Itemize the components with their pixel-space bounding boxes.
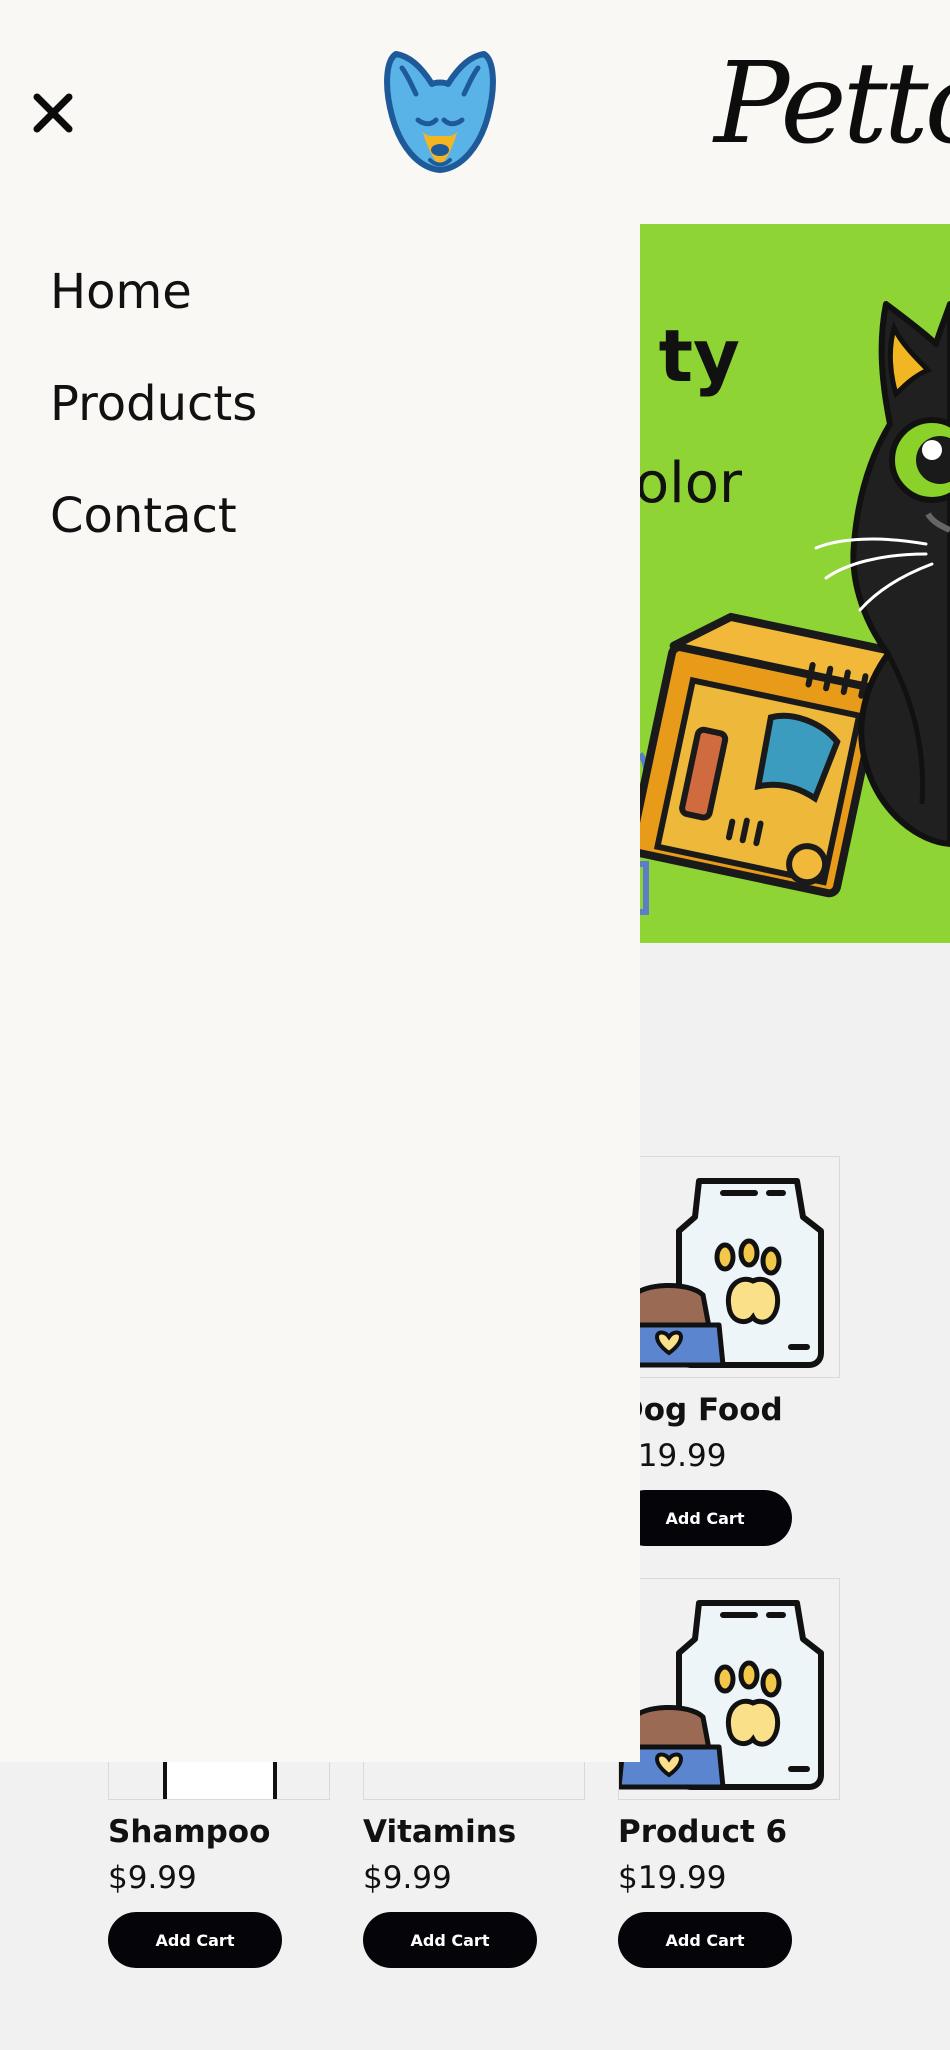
product-image[interactable] [618, 1578, 840, 1800]
add-to-cart-button[interactable]: Add Cart [108, 1912, 282, 1968]
nav-item-contact[interactable]: Contact [50, 488, 237, 544]
close-menu-button[interactable] [26, 86, 80, 140]
brand-wordmark[interactable]: Petto [714, 48, 950, 160]
dog-head-logo-icon[interactable] [378, 46, 502, 178]
nav-item-products[interactable]: Products [50, 376, 257, 432]
pet-food-bag-icon [619, 1178, 824, 1368]
add-to-cart-button[interactable]: Add Cart [618, 1490, 792, 1546]
nav-drawer: Home Products Contact [0, 224, 640, 1762]
hero-banner: ty olor [640, 224, 950, 943]
product-price: $9.99 [363, 1860, 452, 1896]
add-to-cart-button[interactable]: Add Cart [618, 1912, 792, 1968]
product-name[interactable]: Dog Food [618, 1392, 783, 1428]
nav-item-home[interactable]: Home [50, 264, 192, 320]
pet-food-bag-icon [619, 1600, 824, 1790]
top-bar: Petto [0, 0, 950, 224]
product-price: $9.99 [108, 1860, 197, 1896]
product-name[interactable]: Product 6 [618, 1814, 787, 1850]
add-to-cart-button[interactable]: Add Cart [363, 1912, 537, 1968]
product-price: $19.99 [618, 1860, 727, 1896]
product-name[interactable]: Vitamins [363, 1814, 516, 1850]
product-name[interactable]: Shampoo [108, 1814, 270, 1850]
black-cat-with-food-bag-illustration [640, 301, 950, 915]
close-icon [33, 93, 73, 133]
product-image[interactable] [618, 1156, 840, 1378]
